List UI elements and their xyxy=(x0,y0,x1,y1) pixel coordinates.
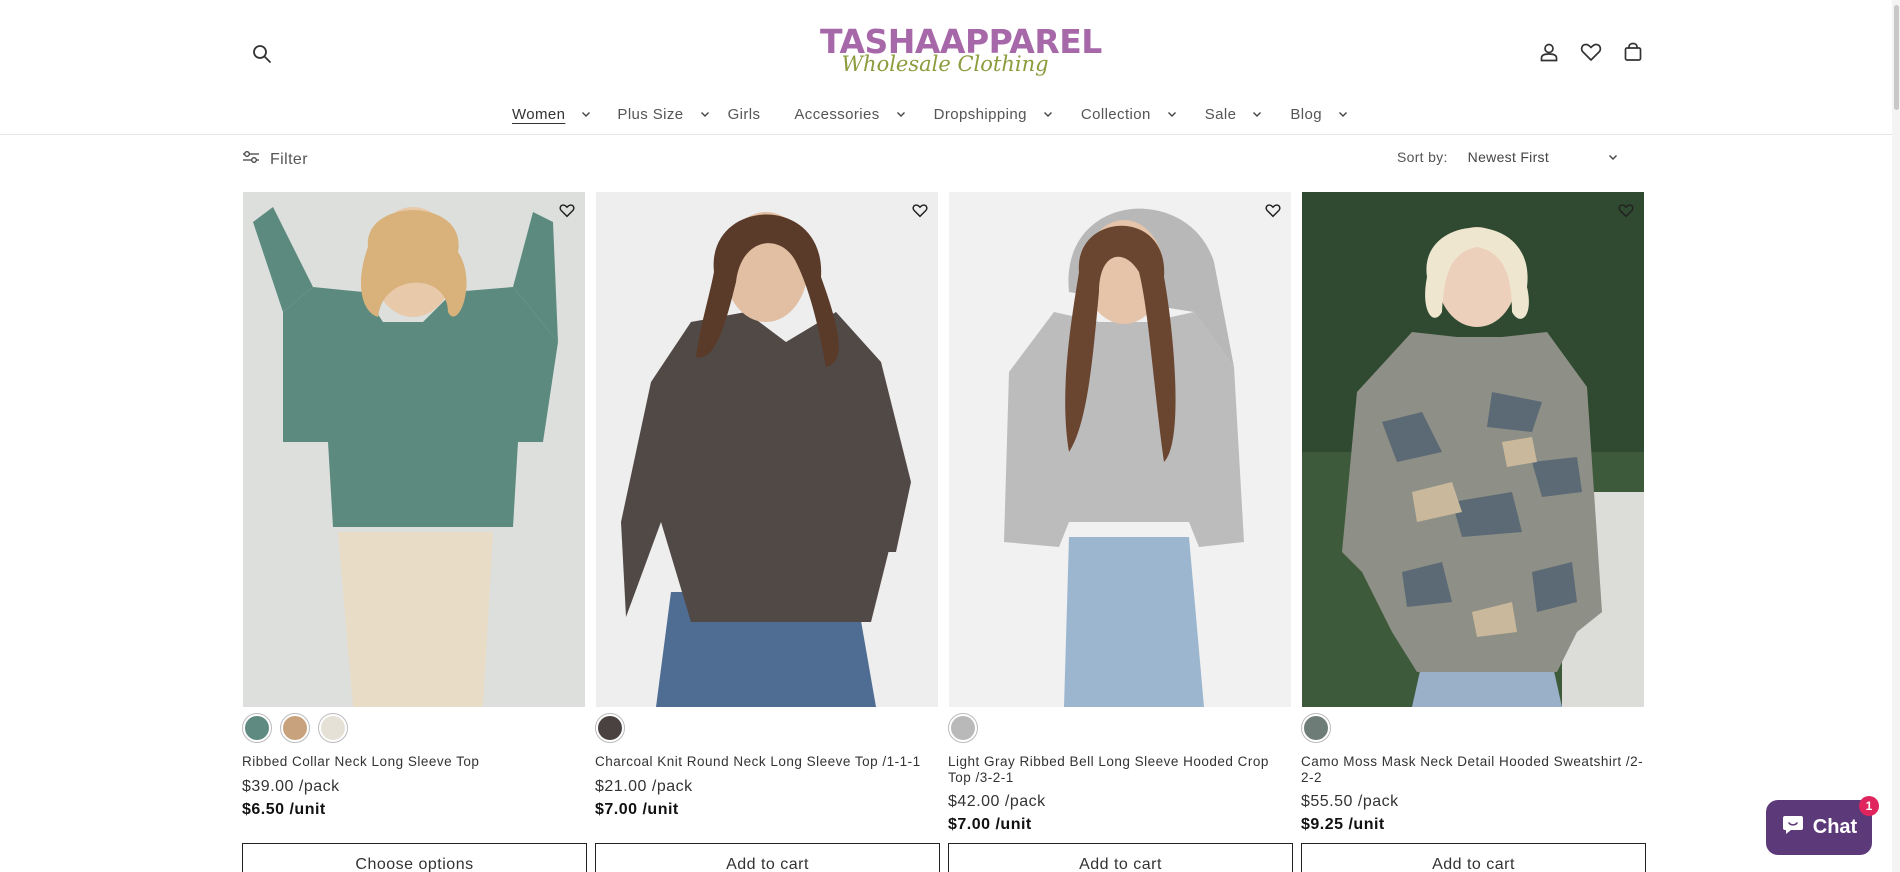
filter-label: Filter xyxy=(270,150,308,168)
header-actions xyxy=(1537,40,1645,64)
price-per-unit: $9.25 /unit xyxy=(1301,816,1385,833)
nav-item-sale[interactable]: Sale xyxy=(1205,106,1263,123)
chevron-down-icon xyxy=(1167,109,1177,119)
brand-logo[interactable]: TASHAAPPAREL Wholesale Clothing xyxy=(820,24,1102,82)
chevron-down-icon xyxy=(1608,149,1618,165)
wishlist-heart-icon[interactable] xyxy=(1263,200,1283,220)
product-title[interactable]: Camo Moss Mask Neck Detail Hooded Sweats… xyxy=(1301,754,1646,786)
scrollbar-thumb[interactable] xyxy=(1894,5,1899,110)
chevron-down-icon xyxy=(1338,109,1348,119)
nav-item-collection[interactable]: Collection xyxy=(1081,106,1177,123)
color-swatches xyxy=(1301,713,1331,743)
nav-item-women[interactable]: Women xyxy=(512,106,591,123)
color-swatch[interactable] xyxy=(1301,713,1331,743)
chat-button[interactable]: Chat xyxy=(1766,800,1872,855)
color-swatches xyxy=(242,713,348,743)
color-swatch[interactable] xyxy=(595,713,625,743)
choose-options-button[interactable]: Choose options xyxy=(242,843,587,872)
price-per-pack: $21.00 /pack xyxy=(595,778,693,795)
product-card: Light Gray Ribbed Bell Long Sleeve Hoode… xyxy=(948,192,1293,872)
product-title[interactable]: Ribbed Collar Neck Long Sleeve Top xyxy=(242,754,587,770)
chevron-down-icon xyxy=(1043,109,1053,119)
chevron-down-icon xyxy=(581,109,591,119)
product-card: Ribbed Collar Neck Long Sleeve Top $39.0… xyxy=(242,192,587,872)
wishlist-heart-icon[interactable] xyxy=(910,200,930,220)
nav-item-girls[interactable]: Girls xyxy=(728,106,761,123)
chevron-down-icon xyxy=(700,109,710,119)
page-scrollbar[interactable] xyxy=(1892,0,1900,872)
filter-button[interactable]: Filter xyxy=(242,150,308,169)
sort-label: Sort by: xyxy=(1397,149,1448,165)
cart-icon[interactable] xyxy=(1621,40,1645,64)
color-swatch[interactable] xyxy=(242,713,272,743)
sort-selected-value: Newest First xyxy=(1467,149,1550,165)
wishlist-icon[interactable] xyxy=(1579,40,1603,64)
chat-bubble-icon xyxy=(1781,814,1805,842)
logo-tagline: Wholesale Clothing xyxy=(841,52,1049,76)
filter-sliders-icon xyxy=(242,150,260,169)
price-per-pack: $55.50 /pack xyxy=(1301,793,1399,810)
color-swatch[interactable] xyxy=(280,713,310,743)
color-swatch[interactable] xyxy=(948,713,978,743)
product-title[interactable]: Light Gray Ribbed Bell Long Sleeve Hoode… xyxy=(948,754,1293,786)
product-image[interactable] xyxy=(1302,192,1644,707)
nav-item-accessories[interactable]: Accessories xyxy=(794,106,905,123)
wishlist-heart-icon[interactable] xyxy=(557,200,577,220)
product-card: Camo Moss Mask Neck Detail Hooded Sweats… xyxy=(1301,192,1646,872)
price-per-unit: $6.50 /unit xyxy=(242,801,326,818)
nav-item-blog[interactable]: Blog xyxy=(1290,106,1348,123)
sort-select[interactable]: Newest First xyxy=(1468,149,1618,165)
nav-item-plus-size[interactable]: Plus Size xyxy=(617,106,709,123)
search-icon[interactable] xyxy=(250,42,274,66)
chat-notification-badge: 1 xyxy=(1859,796,1879,816)
product-image[interactable] xyxy=(596,192,938,707)
price-per-unit: $7.00 /unit xyxy=(948,816,1032,833)
color-swatches xyxy=(948,713,978,743)
chat-label: Chat xyxy=(1812,816,1858,838)
add-to-cart-button[interactable]: Add to cart xyxy=(948,843,1293,872)
price-per-pack: $39.00 /pack xyxy=(242,778,340,795)
chevron-down-icon xyxy=(1252,109,1262,119)
color-swatch[interactable] xyxy=(318,713,348,743)
price-per-pack: $42.00 /pack xyxy=(948,793,1046,810)
account-icon[interactable] xyxy=(1537,40,1561,64)
product-grid: Ribbed Collar Neck Long Sleeve Top $39.0… xyxy=(242,192,1648,872)
add-to-cart-button[interactable]: Add to cart xyxy=(1301,843,1646,872)
sort-control: Sort by: Newest First xyxy=(1397,149,1618,165)
wishlist-heart-icon[interactable] xyxy=(1616,200,1636,220)
color-swatches xyxy=(595,713,625,743)
product-card: Charcoal Knit Round Neck Long Sleeve Top… xyxy=(595,192,940,872)
product-image[interactable] xyxy=(243,192,585,707)
price-per-unit: $7.00 /unit xyxy=(595,801,679,818)
nav-item-dropshipping[interactable]: Dropshipping xyxy=(934,106,1053,123)
product-title[interactable]: Charcoal Knit Round Neck Long Sleeve Top… xyxy=(595,754,940,770)
chevron-down-icon xyxy=(896,109,906,119)
add-to-cart-button[interactable]: Add to cart xyxy=(595,843,940,872)
product-image[interactable] xyxy=(949,192,1291,707)
main-nav: Women Plus Size Girls Accessories Dropsh… xyxy=(0,101,1900,127)
